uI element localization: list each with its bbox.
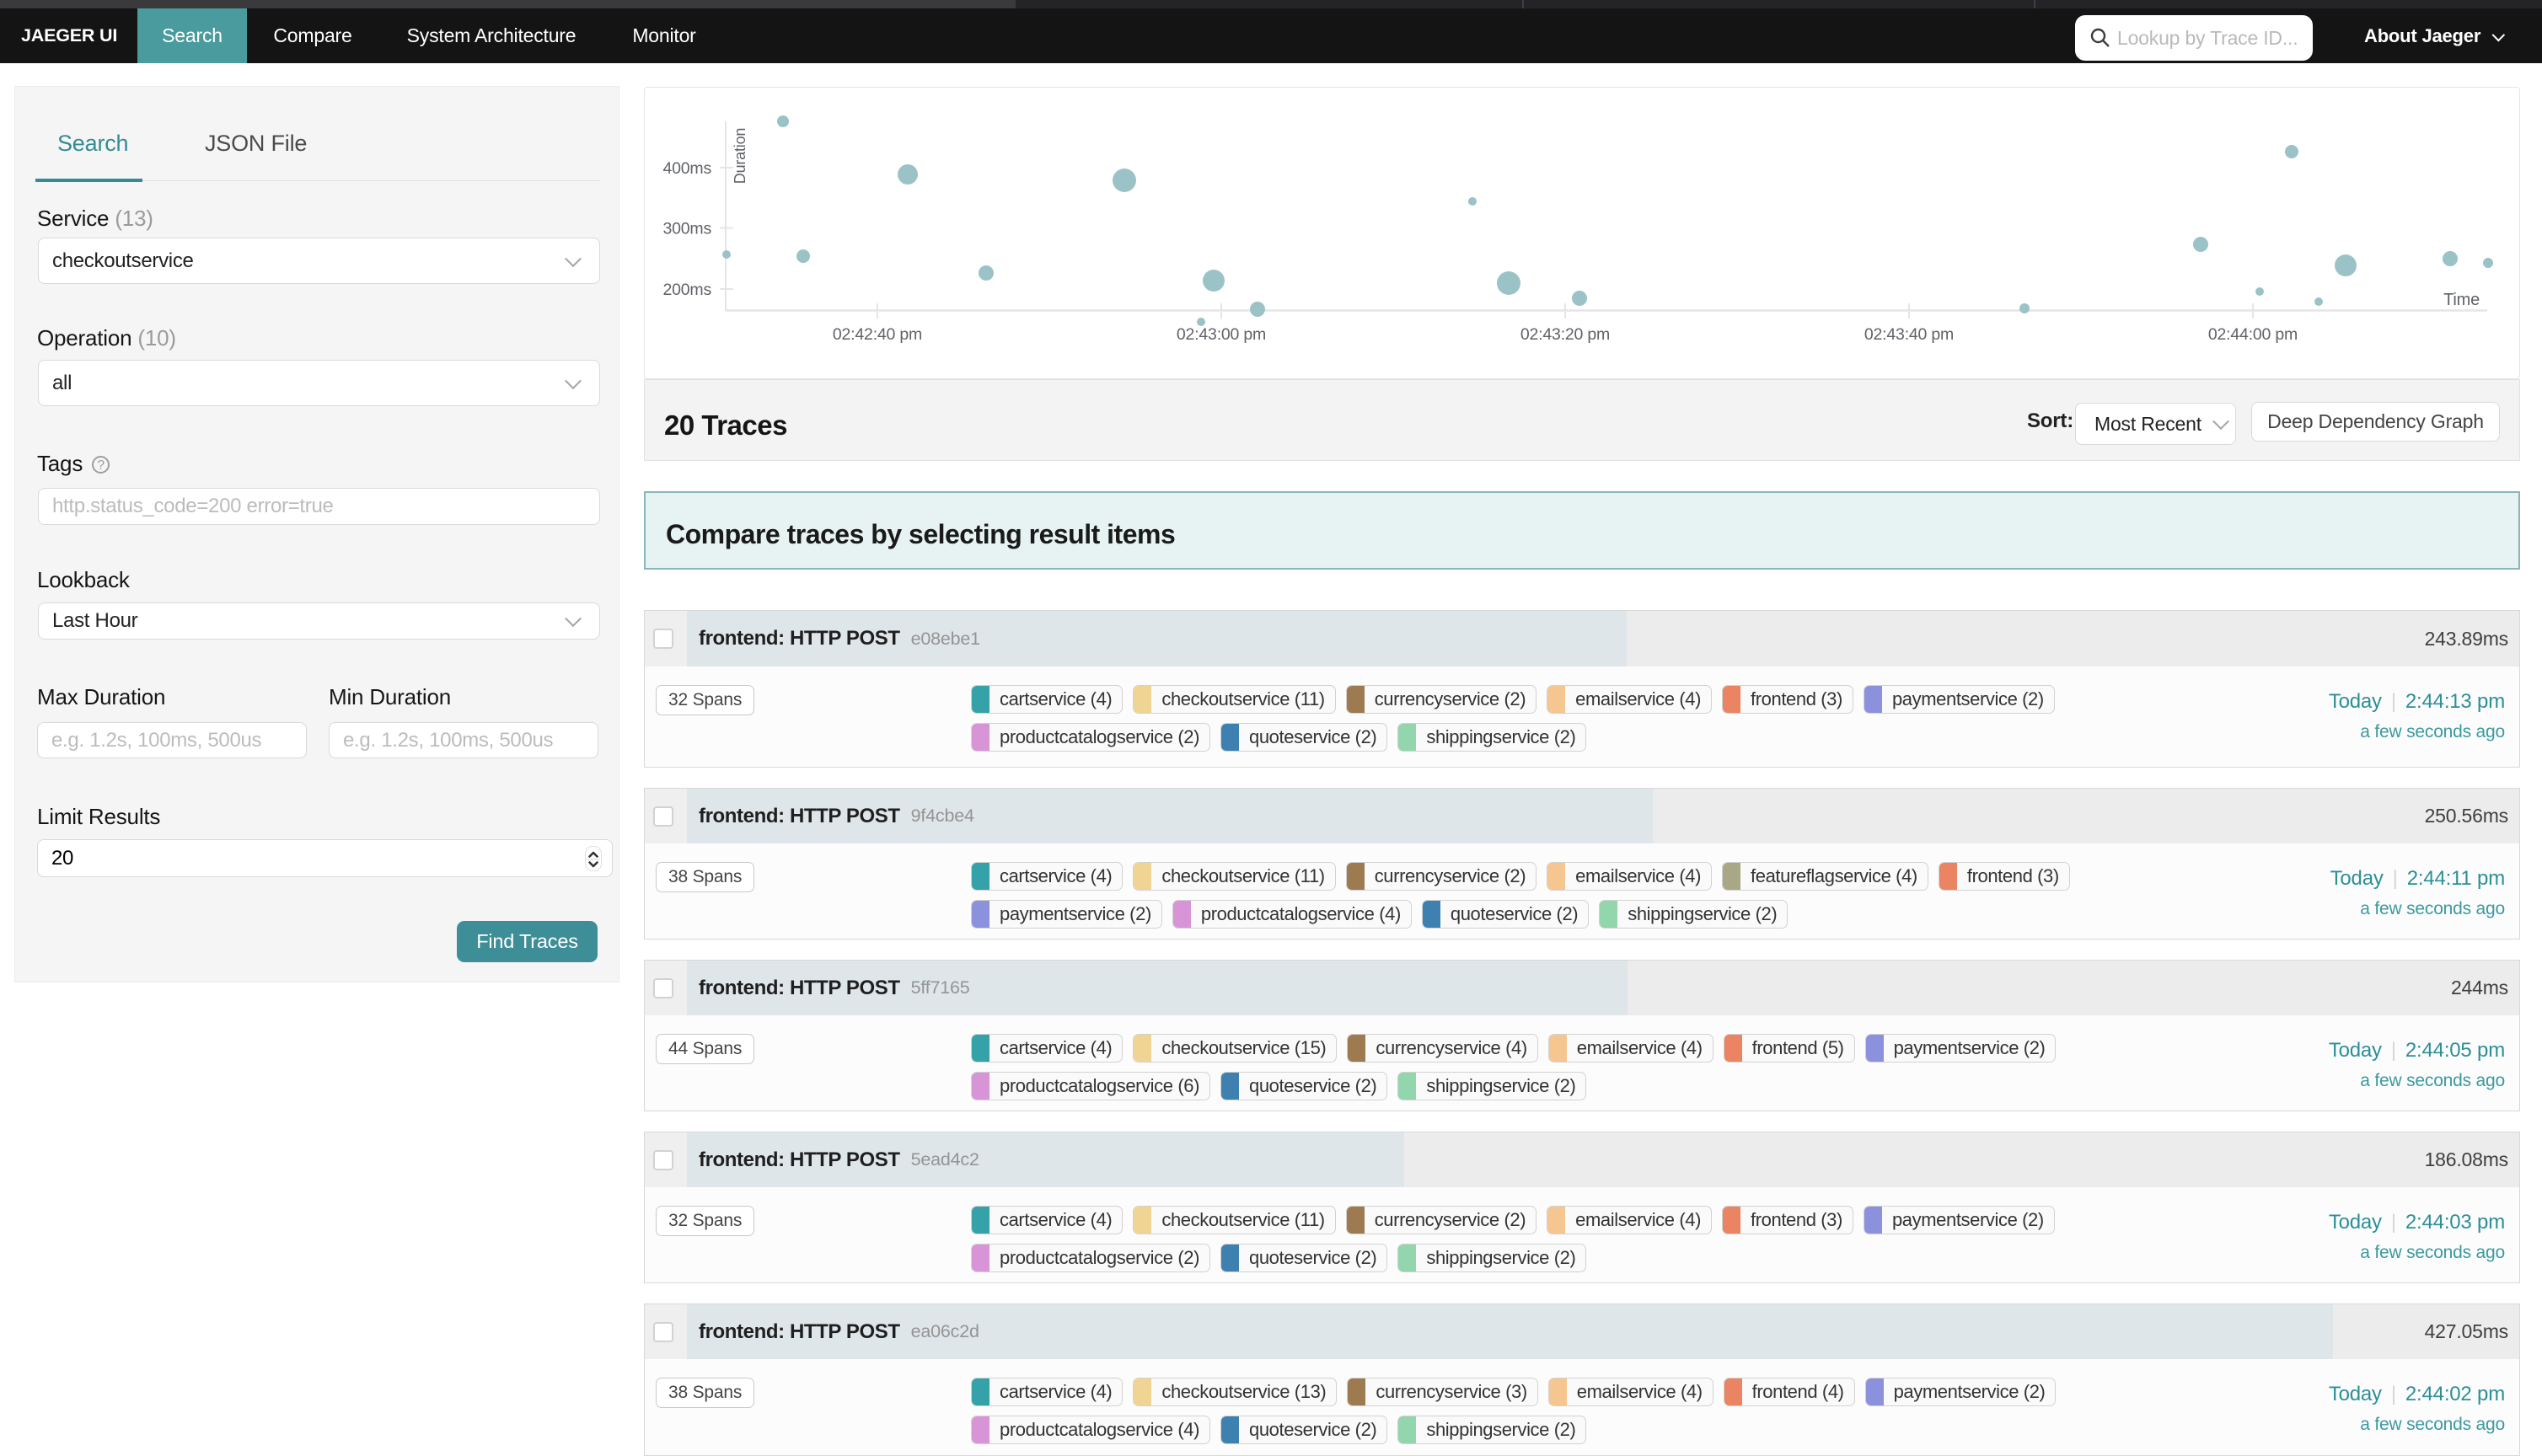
svg-text:02:43:40 pm: 02:43:40 pm — [1864, 325, 1954, 344]
svg-text:200ms: 200ms — [662, 281, 711, 299]
svg-text:02:44:00 pm: 02:44:00 pm — [2208, 325, 2298, 344]
svg-text:Duration: Duration — [732, 128, 748, 184]
svg-text:Time: Time — [2443, 291, 2480, 309]
svg-text:02:43:00 pm: 02:43:00 pm — [1177, 325, 1266, 344]
svg-text:400ms: 400ms — [662, 159, 711, 178]
svg-text:02:42:40 pm: 02:42:40 pm — [833, 325, 922, 344]
svg-text:300ms: 300ms — [662, 220, 711, 238]
svg-text:02:43:20 pm: 02:43:20 pm — [1520, 325, 1610, 344]
